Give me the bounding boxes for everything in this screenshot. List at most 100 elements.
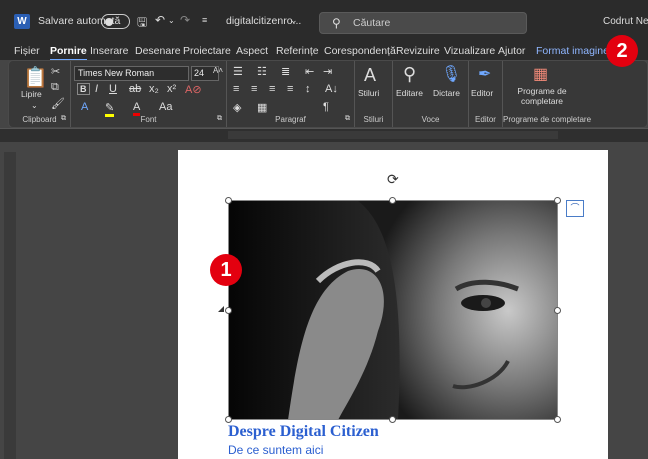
paragraph-group: ☰ ☷ ≣ ⇤ ⇥ ≡ ≡ ≡ ≡ ↕ A↓ ◈ ▦ ¶ Paragraf ⧉ xyxy=(227,61,355,127)
cut-icon[interactable]: ✂ xyxy=(51,65,60,78)
multilevel-list-icon[interactable]: ≣ xyxy=(281,65,290,78)
find-icon[interactable]: ⚲ xyxy=(403,64,416,85)
tab-layout[interactable]: Aspect xyxy=(236,45,268,57)
align-right-icon[interactable]: ≡ xyxy=(269,83,275,95)
align-left-icon[interactable]: ≡ xyxy=(233,83,239,95)
shading-icon[interactable]: ◈ xyxy=(233,101,241,114)
superscript-icon[interactable]: x² xyxy=(167,83,176,95)
addins-group-label: Programe de completare xyxy=(503,115,592,124)
text-effects-icon[interactable]: A xyxy=(81,101,88,113)
undo-dropdown-icon[interactable]: ⌄ xyxy=(168,16,175,25)
document-subheading[interactable]: De ce suntem aici xyxy=(228,443,323,457)
styles-group: A Stiluri Stiluri xyxy=(355,61,393,127)
paragraph-launcher-icon[interactable]: ⧉ xyxy=(345,115,350,123)
resize-handle-right[interactable] xyxy=(554,307,561,314)
title-dropdown-icon[interactable]: ⌄ xyxy=(290,15,298,26)
copy-icon[interactable]: ⧉ xyxy=(51,81,59,94)
undo-icon[interactable]: ↶ xyxy=(155,13,165,27)
resize-handle-top[interactable] xyxy=(389,197,396,204)
paste-button[interactable]: Lipire xyxy=(21,89,42,99)
increase-indent-icon[interactable]: ⇥ xyxy=(323,65,332,78)
resize-handle-bottom-left[interactable] xyxy=(225,416,232,423)
tab-picture-format[interactable]: Format imagine xyxy=(536,45,609,57)
dictate-button[interactable]: Dictare xyxy=(433,88,460,98)
autosave-toggle[interactable] xyxy=(101,14,130,29)
resize-handle-top-right[interactable] xyxy=(554,197,561,204)
paste-icon[interactable]: 📋 xyxy=(23,65,48,90)
addins-button-line1[interactable]: Programe de xyxy=(507,86,577,96)
italic-icon[interactable]: I xyxy=(95,83,98,95)
sort-icon[interactable]: A↓ xyxy=(325,83,338,95)
layout-options-icon[interactable]: ⌒ xyxy=(566,200,584,217)
tab-design[interactable]: Proiectare xyxy=(183,45,231,57)
addins-button-line2[interactable]: completare xyxy=(507,96,577,106)
addins-group: ▦ Programe de completare Programe de com… xyxy=(503,61,592,127)
subscript-icon[interactable]: x₂ xyxy=(149,83,159,95)
numbering-icon[interactable]: ☷ xyxy=(257,65,267,78)
show-marks-icon[interactable]: ¶ xyxy=(323,101,329,113)
font-color-icon[interactable]: A xyxy=(133,101,141,116)
redo-icon[interactable]: ↷ xyxy=(180,13,190,27)
tab-mailings[interactable]: Corespondență xyxy=(324,45,396,57)
ribbon-tabs: Fișier Pornire Inserare Desenare Proiect… xyxy=(0,42,648,61)
strikethrough-icon[interactable]: ab xyxy=(129,83,141,95)
save-icon[interactable]: 🖫 xyxy=(137,13,147,34)
editor-icon[interactable]: ✒ xyxy=(478,64,491,84)
resize-handle-top-left[interactable] xyxy=(225,197,232,204)
editor-button[interactable]: Editor xyxy=(471,88,493,98)
font-group: Times New Roman 24 A˄ B I U ab x₂ x² A⊘ … xyxy=(71,61,227,127)
title-bar: W Salvare automată 🖫 ↶ ⌄ ↷ ≡ digitalciti… xyxy=(0,0,648,42)
ruler-active-area[interactable] xyxy=(228,131,558,139)
clipboard-launcher-icon[interactable]: ⧉ xyxy=(61,115,66,123)
borders-icon[interactable]: ▦ xyxy=(257,101,267,114)
resize-handle-bottom-right[interactable] xyxy=(554,416,561,423)
customize-toolbar-icon[interactable]: ≡ xyxy=(202,15,207,25)
underline-icon[interactable]: U xyxy=(109,83,117,95)
tab-home[interactable]: Pornire xyxy=(50,45,87,61)
addins-icon[interactable]: ▦ xyxy=(533,64,548,84)
ribbon: 📋 Lipire ⌄ ✂ ⧉ 🖌 Clipboard ⧉ Times New R… xyxy=(8,60,648,128)
vertical-ruler[interactable] xyxy=(4,152,16,459)
paste-dropdown-icon[interactable]: ⌄ xyxy=(31,101,38,110)
tab-help[interactable]: Ajutor xyxy=(498,45,525,57)
search-placeholder: Căutare xyxy=(353,17,391,29)
grow-font-icon[interactable]: A˄ xyxy=(213,66,223,75)
font-group-label: Font xyxy=(140,115,157,124)
tab-file[interactable]: Fișier xyxy=(14,45,40,57)
editor-group-label: Editor xyxy=(475,115,496,124)
styles-group-label: Stiluri xyxy=(363,115,384,124)
change-case-icon[interactable]: Aa xyxy=(159,101,172,113)
user-name[interactable]: Codrut Neag xyxy=(603,16,648,27)
decrease-indent-icon[interactable]: ⇤ xyxy=(305,65,314,78)
search-box[interactable]: ⚲ Căutare xyxy=(319,12,527,34)
tab-references[interactable]: Referințe xyxy=(276,45,319,57)
resize-handle-left[interactable] xyxy=(225,307,232,314)
tab-insert[interactable]: Inserare xyxy=(90,45,129,57)
font-launcher-icon[interactable]: ⧉ xyxy=(217,115,222,123)
align-center-icon[interactable]: ≡ xyxy=(251,83,257,95)
resize-handle-bottom[interactable] xyxy=(389,416,396,423)
editing-button[interactable]: Editare xyxy=(396,88,423,98)
font-name-box[interactable]: Times New Roman xyxy=(74,66,189,81)
voice-group-label: Voce xyxy=(421,115,440,124)
word-logo-icon: W xyxy=(14,14,30,29)
annotation-marker-2: 2 xyxy=(606,35,638,67)
styles-icon[interactable]: A xyxy=(364,65,376,86)
clear-formatting-icon[interactable]: A⊘ xyxy=(185,83,202,96)
tab-view[interactable]: Vizualizare xyxy=(444,45,495,57)
search-icon: ⚲ xyxy=(332,16,341,30)
clipboard-group: 📋 Lipire ⌄ ✂ ⧉ 🖌 Clipboard ⧉ xyxy=(9,61,71,127)
document-heading[interactable]: Despre Digital Citizen xyxy=(228,423,379,441)
tab-review[interactable]: Revizuire xyxy=(396,45,440,57)
rotate-handle-icon[interactable]: ⟳ xyxy=(387,171,399,188)
microphone-icon[interactable]: 🎙 xyxy=(441,64,461,84)
bold-icon[interactable]: B xyxy=(77,83,90,95)
annotation-marker-1: 1 xyxy=(210,254,242,286)
tab-draw[interactable]: Desenare xyxy=(135,45,181,57)
line-spacing-icon[interactable]: ↕ xyxy=(305,83,311,95)
justify-icon[interactable]: ≡ xyxy=(287,83,293,95)
format-painter-icon[interactable]: 🖌 xyxy=(51,97,65,110)
anchor-icon xyxy=(218,306,224,312)
styles-button[interactable]: Stiluri xyxy=(358,88,379,98)
bullets-icon[interactable]: ☰ xyxy=(233,65,243,78)
